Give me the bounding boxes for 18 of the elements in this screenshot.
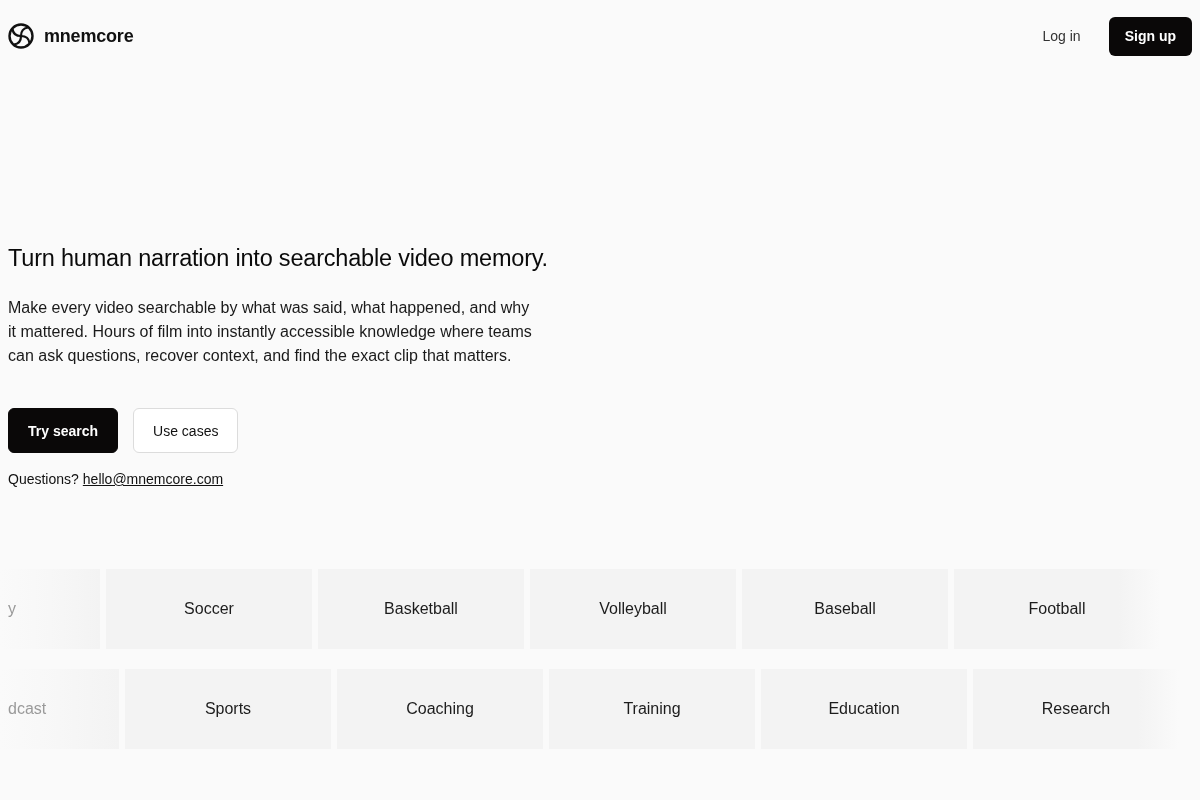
brand-name: mnemcore <box>44 25 134 47</box>
logo-swirl-icon <box>8 23 34 49</box>
category-tile: Basketball <box>318 569 524 649</box>
secondary-cta-button[interactable]: Use cases <box>133 408 239 453</box>
category-tile: Training <box>549 669 755 749</box>
contact-label: Questions? <box>8 470 79 489</box>
hero-headline: Turn human narration into searchable video memory. <box>8 244 548 273</box>
category-tile: Education <box>761 669 967 749</box>
email-link[interactable]: hello@mnemcore.com <box>82 469 224 489</box>
primary-cta-button[interactable]: Try search <box>8 408 119 453</box>
category-tile: Soccer <box>106 569 312 649</box>
login-link[interactable]: Log in <box>1042 28 1081 44</box>
category-tile: Baseball <box>742 569 948 649</box>
category-tile: Coaching <box>337 669 543 749</box>
category-tile: Sports <box>125 669 331 749</box>
category-tile: Volleyball <box>530 569 736 649</box>
hero-description: Make every video searchable by what was said, what happened, and why it mattered. Hours of film into instantly accessible knowledge where teams can ask questions, recover context, and find the exact clip that matters. <box>8 298 533 366</box>
signup-button[interactable]: Sign up <box>1108 16 1192 56</box>
